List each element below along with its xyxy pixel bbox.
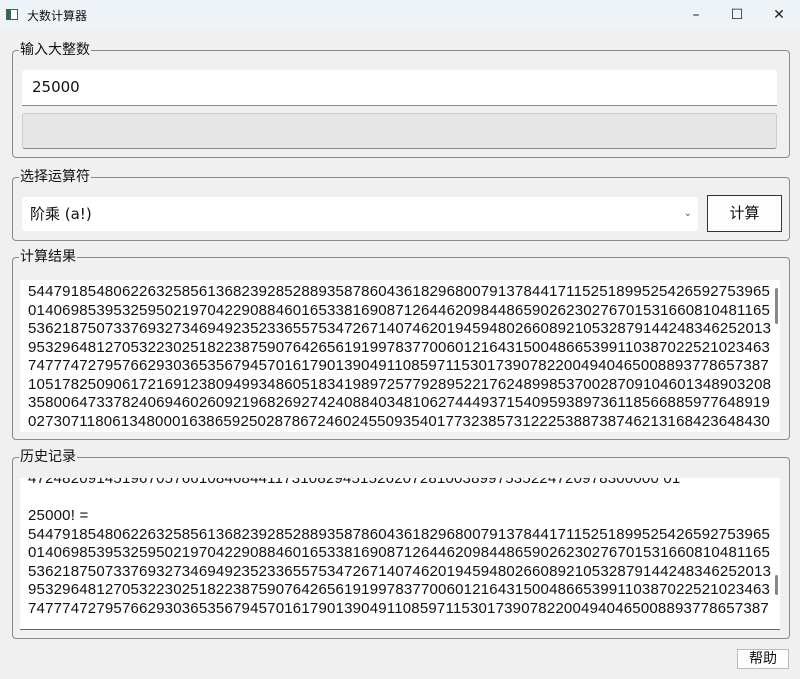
history-group-label: 历史记录 xyxy=(19,447,77,467)
result-line: 5447918548062263258561368239285288935878… xyxy=(28,283,771,300)
result-line: 1051782509061721691238094993486051834198… xyxy=(28,375,772,393)
close-button[interactable]: ✕ xyxy=(764,4,794,26)
result-group-label: 计算结果 xyxy=(19,247,77,267)
compute-button[interactable]: 计算 xyxy=(707,195,782,232)
chevron-down-icon: ⌄ xyxy=(683,208,692,219)
title-bar: 大数计算器 – ☐ ✕ xyxy=(0,0,800,30)
history-textarea[interactable]: 4724820914519670576610846844117310829451… xyxy=(20,478,780,630)
history-line: 5447918548062263258561368239285288935878… xyxy=(28,525,771,543)
operator-select[interactable]: 阶乘 (a!) ⌄ xyxy=(22,197,698,231)
history-line xyxy=(28,489,774,508)
history-line: 5362187507337693273469492352336557534726… xyxy=(28,562,772,580)
result-textarea[interactable]: 5447918548062263258561368239285288935878… xyxy=(20,280,780,432)
result-line: 0140698539532595021970422908846016533816… xyxy=(28,301,771,319)
result-line: 0273071180613480001638659250287867246024… xyxy=(28,412,771,430)
app-icon xyxy=(6,9,18,20)
help-button[interactable]: 帮助 xyxy=(737,649,789,669)
input-group-label: 输入大整数 xyxy=(19,40,91,60)
minimize-button[interactable]: – xyxy=(681,4,711,26)
operator-selected: 阶乘 (a!) xyxy=(30,205,92,223)
history-line: 9532964812705322302518223875907642656191… xyxy=(28,581,771,598)
history-line: 4724820914519670576610846844117310829451… xyxy=(28,478,681,487)
maximize-button[interactable]: ☐ xyxy=(722,4,752,26)
result-line: 3580064733782406946026092196826927424088… xyxy=(28,394,771,411)
result-line: 9532964812705322302518223875907642656191… xyxy=(28,338,771,356)
history-scrollbar[interactable] xyxy=(775,575,778,595)
operator-group-label: 选择运算符 xyxy=(19,167,91,187)
result-scrollbar[interactable] xyxy=(775,288,778,324)
progress-bar xyxy=(22,113,777,149)
big-integer-input[interactable]: 25000 xyxy=(22,70,777,106)
result-line: 7477747279576629303653567945701617901390… xyxy=(28,357,769,374)
window-title: 大数计算器 xyxy=(27,9,88,23)
result-line: 5362187507337693273469492352336557534726… xyxy=(28,320,772,337)
history-line: 7477747279576629303653567945701617901390… xyxy=(28,599,769,617)
history-line: 0140698539532595021970422908846016533816… xyxy=(28,544,771,561)
history-line: 25000! = xyxy=(28,507,89,524)
